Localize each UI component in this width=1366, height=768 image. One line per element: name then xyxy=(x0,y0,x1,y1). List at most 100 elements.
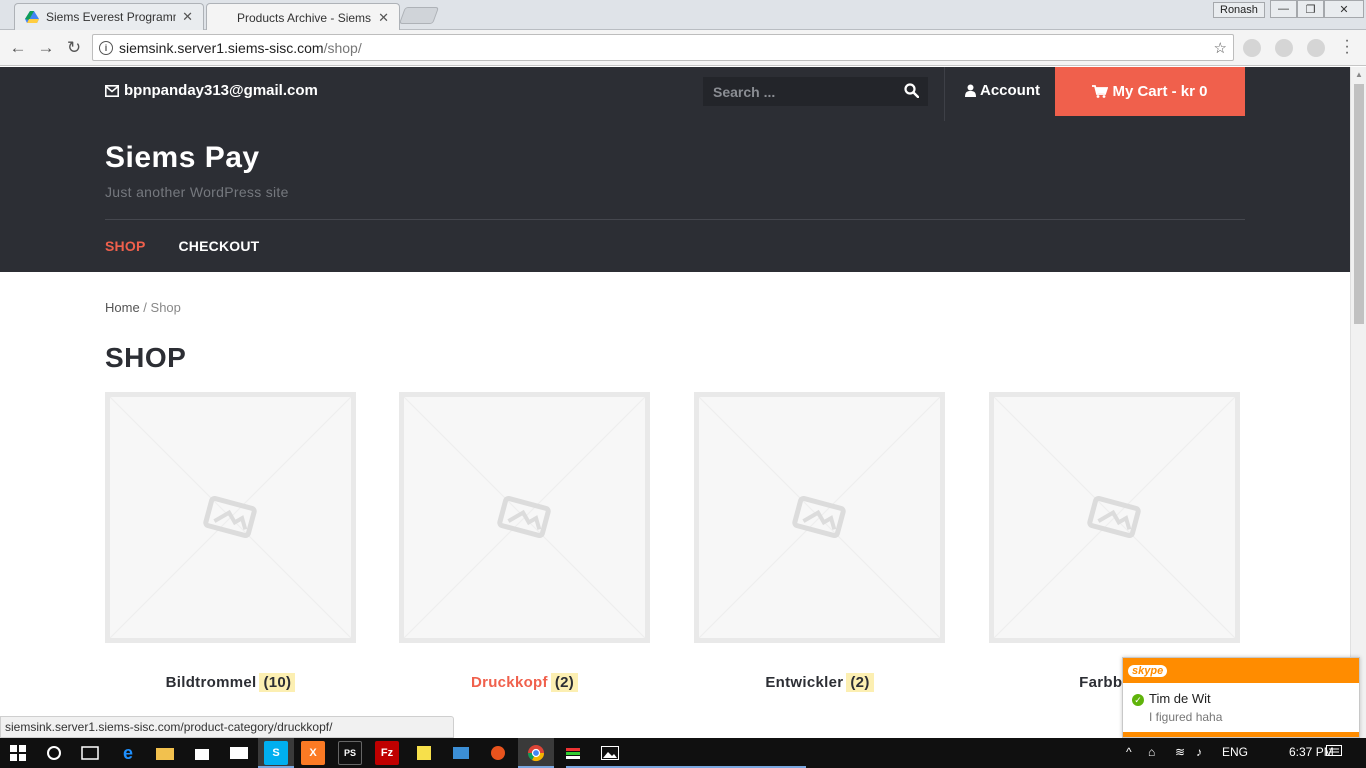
placeholder-image[interactable] xyxy=(694,392,945,643)
app-orange-icon[interactable] xyxy=(486,741,510,765)
placeholder-image[interactable] xyxy=(399,392,650,643)
product-category-card[interactable]: Farbband xyxy=(989,392,1240,691)
bookmark-star-icon[interactable]: ☆ xyxy=(1214,39,1227,57)
placeholder-image[interactable] xyxy=(105,392,356,643)
google-drive-icon xyxy=(25,11,39,23)
category-caption[interactable]: Druckkopf (2) xyxy=(399,673,650,692)
file-explorer-icon[interactable] xyxy=(153,741,177,765)
browser-menu-icon[interactable]: · · · xyxy=(1343,33,1351,61)
minimize-icon[interactable]: — xyxy=(1270,0,1297,18)
scroll-up-icon[interactable]: ▲ xyxy=(1351,67,1366,83)
user-icon xyxy=(965,84,976,97)
product-category-card[interactable]: Entwickler (2) xyxy=(694,392,945,692)
category-name: Bildtrommel xyxy=(165,674,257,691)
browser-toolbar: ← → ↻ i siemsink.server1.siems-sisc.com /… xyxy=(0,30,1366,66)
site-title[interactable]: Siems Pay xyxy=(105,141,260,175)
task-view-icon[interactable] xyxy=(78,741,102,765)
profile-button[interactable]: Ronash xyxy=(1213,2,1265,18)
app-stack-icon[interactable] xyxy=(561,741,585,765)
online-status-icon: ✓ xyxy=(1132,694,1144,706)
info-icon[interactable]: i xyxy=(99,40,113,55)
placeholder-image[interactable] xyxy=(989,392,1240,643)
back-icon[interactable]: ← xyxy=(6,36,30,60)
chrome-icon[interactable] xyxy=(524,741,548,765)
search-input[interactable] xyxy=(713,83,893,100)
skype-header: skype xyxy=(1123,658,1359,683)
menu-item-checkout[interactable]: CHECKOUT xyxy=(178,238,259,254)
breadcrumb: Home / Shop xyxy=(105,300,181,315)
tab-siems-everest[interactable]: Siems Everest Programm ✕ xyxy=(14,3,204,30)
category-count: (2) xyxy=(550,673,579,692)
site-tagline: Just another WordPress site xyxy=(105,184,289,200)
address-bar[interactable]: i siemsink.server1.siems-sisc.com/shop/ … xyxy=(92,34,1234,61)
category-caption[interactable]: Bildtrommel (10) xyxy=(105,673,356,692)
main-menu: SHOP CHECKOUT xyxy=(105,238,259,254)
breadcrumb-separator: / xyxy=(139,300,151,315)
store-icon[interactable] xyxy=(190,741,214,765)
mail-icon[interactable] xyxy=(227,741,251,765)
outlook-icon[interactable] xyxy=(449,741,473,765)
tray-chevron-icon[interactable]: ^ xyxy=(1126,745,1132,759)
account-label: Account xyxy=(980,82,1040,99)
windows-taskbar: e S X PS Fz ^ ⌂ ≋ ♪ ENG 6:37 PM xyxy=(0,738,1366,768)
skype-contact-name: Tim de Wit xyxy=(1149,691,1211,706)
tab-title: Siems Everest Programm xyxy=(46,10,177,24)
breadcrumb-home[interactable]: Home xyxy=(105,300,140,315)
skype-icon[interactable]: S xyxy=(264,741,288,765)
breadcrumb-current: Shop xyxy=(150,300,181,315)
account-link[interactable]: Account xyxy=(965,82,1040,99)
windows-start-icon[interactable] xyxy=(6,741,30,765)
restore-icon[interactable]: ❐ xyxy=(1297,0,1324,18)
site-header: Siems Pay Just another WordPress site SH… xyxy=(0,121,1350,272)
volume-icon[interactable]: ♪ xyxy=(1196,745,1202,759)
forward-icon[interactable]: → xyxy=(34,36,58,60)
cortana-icon[interactable] xyxy=(42,741,66,765)
site-search xyxy=(703,77,928,106)
wifi-icon[interactable]: ≋ xyxy=(1175,745,1185,759)
reload-icon[interactable]: ↻ xyxy=(62,36,86,60)
close-window-icon[interactable]: ✕ xyxy=(1324,0,1364,18)
sticky-notes-icon[interactable] xyxy=(412,741,436,765)
skype-notification[interactable]: skype ✓ Tim de Wit I figured haha xyxy=(1122,657,1360,738)
search-icon[interactable] xyxy=(904,83,919,98)
extension-sync-icon[interactable] xyxy=(1275,39,1293,57)
close-icon[interactable]: ✕ xyxy=(378,10,389,26)
skype-logo: skype xyxy=(1128,664,1168,677)
email-text: bpnpanday313@gmail.com xyxy=(124,82,318,99)
category-count: (10) xyxy=(259,673,296,692)
xampp-icon[interactable]: X xyxy=(301,741,325,765)
new-tab-button[interactable] xyxy=(398,7,440,24)
category-count: (2) xyxy=(846,673,874,692)
filezilla-icon[interactable]: Fz xyxy=(375,741,399,765)
site-topbar: bpnpanday313@gmail.com Account My Cart -… xyxy=(0,67,1350,121)
scrollbar-thumb[interactable] xyxy=(1354,84,1364,324)
category-name: Druckkopf xyxy=(470,674,548,691)
language-indicator[interactable]: ENG xyxy=(1222,745,1248,759)
extension-cloud-icon[interactable] xyxy=(1243,39,1261,57)
network-device-icon[interactable]: ⌂ xyxy=(1148,745,1155,759)
envelope-icon xyxy=(105,84,119,97)
tab-products-archive[interactable]: Products Archive - Siems ✕ xyxy=(206,3,400,31)
category-name: Entwickler xyxy=(765,674,844,691)
header-divider xyxy=(105,219,1245,220)
cart-button[interactable]: My Cart - kr 0 xyxy=(1055,67,1245,116)
url-host: siemsink.server1.siems-sisc.com xyxy=(119,39,324,56)
photoshop-icon[interactable]: PS xyxy=(338,741,362,765)
image-placeholder-icon xyxy=(994,397,1235,638)
action-center-icon[interactable] xyxy=(1326,745,1342,762)
product-category-card[interactable]: Druckkopf (2) xyxy=(399,392,650,692)
page-title: SHOP xyxy=(105,342,187,373)
product-category-card[interactable]: Bildtrommel (10) xyxy=(105,392,356,692)
image-placeholder-icon xyxy=(404,397,645,638)
photos-icon[interactable] xyxy=(598,741,622,765)
page-scrollbar[interactable]: ▲ xyxy=(1350,67,1366,738)
close-icon[interactable]: ✕ xyxy=(182,9,193,25)
url-path: /shop/ xyxy=(323,39,362,56)
contact-email[interactable]: bpnpanday313@gmail.com xyxy=(105,82,318,99)
edge-icon[interactable]: e xyxy=(116,741,140,765)
link-status-bar: siemsink.server1.siems-sisc.com/product-… xyxy=(0,716,454,738)
category-caption[interactable]: Entwickler (2) xyxy=(694,673,945,692)
extension-circle-icon[interactable] xyxy=(1307,39,1325,57)
menu-item-shop[interactable]: SHOP xyxy=(105,238,145,254)
tab-title: Products Archive - Siems xyxy=(237,10,372,25)
